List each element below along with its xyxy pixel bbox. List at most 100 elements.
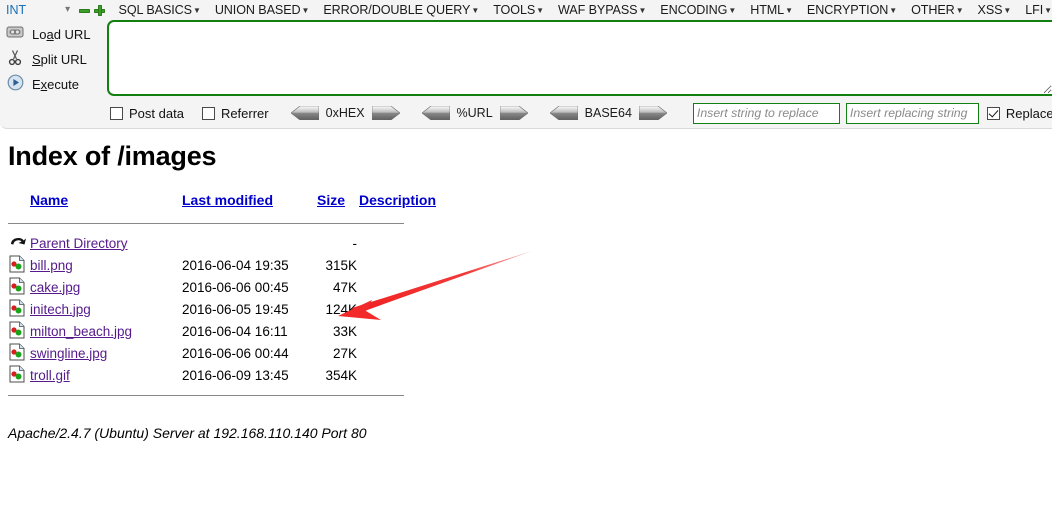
referrer-label: Referrer [220, 105, 269, 121]
row-desc-cell [359, 254, 449, 276]
header-description[interactable]: Description [359, 192, 449, 214]
row-desc-cell [359, 276, 449, 298]
row-name-cell[interactable]: swingline.jpg [30, 342, 182, 364]
row-date-cell: 2016-06-04 16:11 [182, 323, 288, 339]
menu-html[interactable]: HTML▼ [750, 3, 793, 17]
sort-by-size-link[interactable]: Size [317, 192, 345, 208]
table-row[interactable]: cake.jpg 2016-06-06 00:45 47K [8, 276, 449, 298]
row-name-cell[interactable]: milton_beach.jpg [30, 320, 182, 342]
hackbar-panel: INT ▾ SQL BASICS▼ UNION BASED▼ ERROR/DOU… [0, 0, 1052, 129]
chevron-down-icon: ▼ [192, 6, 201, 16]
header-name[interactable]: Name [30, 192, 182, 214]
base64-encode-button[interactable] [638, 105, 668, 121]
table-row[interactable]: troll.gif 2016-06-09 13:45 354K [8, 364, 449, 386]
menu-waf-bypass[interactable]: WAF BYPASS▼ [558, 3, 646, 17]
header-last-modified[interactable]: Last modified [182, 192, 317, 214]
row-name-cell[interactable]: initech.jpg [30, 298, 182, 320]
url-encode-button[interactable] [499, 105, 529, 121]
page-title: Index of /images [8, 141, 217, 171]
menu-label: WAF BYPASS [557, 3, 638, 17]
split-url-button[interactable]: Split URL [0, 47, 98, 72]
sort-by-date-link[interactable]: Last modified [182, 192, 273, 208]
row-icon-cell [8, 232, 30, 254]
execute-play-icon [4, 74, 26, 96]
header-divider-row [8, 214, 449, 232]
menu-tools[interactable]: TOOLS▼ [493, 3, 544, 17]
file-link-initech-jpg[interactable]: initech.jpg [30, 302, 91, 317]
file-link-bill-png[interactable]: bill.png [30, 258, 73, 273]
sort-by-name-link[interactable]: Name [30, 192, 68, 208]
load-url-button[interactable]: Load URL [0, 22, 98, 47]
table-row[interactable]: Parent Directory - [8, 232, 449, 254]
table-row[interactable]: bill.png 2016-06-04 19:35 315K [8, 254, 449, 276]
footer-divider-row [8, 386, 449, 404]
chevron-down-icon: ▾ [65, 4, 71, 15]
image-file-icon [8, 321, 28, 341]
menu-other[interactable]: OTHER▼ [911, 3, 964, 17]
parent-directory-icon [8, 233, 28, 253]
row-icon-cell [8, 320, 30, 342]
search-string-input[interactable] [692, 102, 840, 124]
hex-encode-button[interactable] [371, 105, 401, 121]
file-link-swingline-jpg[interactable]: swingline.jpg [30, 346, 107, 361]
hackbar-actions: Load URL Split URL Execute [0, 22, 98, 97]
post-data-checkbox[interactable]: Post data [110, 106, 184, 121]
replace-all-label: Replace All [1005, 105, 1052, 121]
row-name-cell[interactable]: cake.jpg [30, 276, 182, 298]
row-size-cell: 47K [332, 279, 357, 295]
menu-label: OTHER [911, 3, 955, 17]
query-textarea[interactable] [107, 20, 1052, 96]
menu-xss[interactable]: XSS▼ [978, 3, 1012, 17]
table-row[interactable]: initech.jpg 2016-06-05 19:45 124K [8, 298, 449, 320]
row-date-cell: 2016-06-06 00:45 [182, 279, 289, 295]
url-decode-button[interactable] [421, 105, 450, 121]
header-size[interactable]: Size [317, 192, 359, 214]
menu-label: XSS [977, 3, 1003, 17]
menu-encryption[interactable]: ENCRYPTION▼ [807, 3, 897, 17]
file-link-troll-gif[interactable]: troll.gif [30, 368, 70, 383]
hex-label: 0xHEX [325, 106, 365, 120]
menu-label: UNION BASED [214, 3, 301, 17]
replace-string-input[interactable] [845, 102, 979, 124]
row-date-cell: 2016-06-09 13:45 [182, 367, 289, 383]
payload-type-value: INT [6, 3, 27, 17]
row-size-cell: 33K [332, 323, 357, 339]
row-date-cell: 2016-06-04 19:35 [182, 257, 289, 273]
row-size-cell: 124K [325, 301, 357, 317]
parent-directory-link[interactable]: Parent Directory [30, 236, 128, 251]
menu-encoding[interactable]: ENCODING▼ [660, 3, 736, 17]
menu-lfi[interactable]: LFI▼ [1025, 3, 1052, 17]
file-link-cake-jpg[interactable]: cake.jpg [30, 280, 80, 295]
remove-tab-button[interactable] [77, 3, 91, 18]
referrer-checkbox[interactable]: Referrer [201, 105, 269, 121]
sort-by-description-link[interactable]: Description [359, 192, 436, 208]
divider [8, 394, 404, 396]
row-icon-cell [8, 254, 30, 276]
row-desc-cell [359, 320, 449, 342]
replace-all-checkbox[interactable]: Replace All [986, 105, 1052, 121]
base64-decode-button[interactable] [549, 105, 578, 121]
row-date-cell: 2016-06-06 00:44 [182, 345, 289, 361]
remove-tab-icon [79, 8, 91, 13]
row-name-cell[interactable]: troll.gif [30, 364, 182, 386]
table-row[interactable]: swingline.jpg 2016-06-06 00:44 27K [8, 342, 449, 364]
file-link-milton-beach-jpg[interactable]: milton_beach.jpg [30, 324, 132, 339]
execute-button[interactable]: Execute [0, 72, 98, 97]
row-name-cell[interactable]: bill.png [30, 254, 182, 276]
row-date-cell: 2016-06-05 19:45 [182, 301, 289, 317]
payload-type-select[interactable]: INT ▾ [2, 1, 75, 19]
image-file-icon [8, 343, 28, 363]
row-desc-cell [359, 232, 449, 254]
hex-decode-button[interactable] [290, 105, 319, 121]
chevron-down-icon: ▼ [955, 6, 964, 16]
menu-error-double-query[interactable]: ERROR/DOUBLE QUERY▼ [323, 3, 479, 17]
table-row[interactable]: milton_beach.jpg 2016-06-04 16:11 33K [8, 320, 449, 342]
url-label: %URL [456, 106, 493, 120]
add-tab-button[interactable] [92, 3, 106, 18]
row-date-cell [182, 232, 317, 254]
menu-sql-basics[interactable]: SQL BASICS▼ [119, 3, 201, 17]
row-name-cell[interactable]: Parent Directory [30, 232, 182, 254]
server-signature: Apache/2.4.7 (Ubuntu) Server at 192.168.… [8, 425, 367, 441]
menu-union-based[interactable]: UNION BASED▼ [215, 3, 310, 17]
table-header-row: Name Last modified Size Description [8, 192, 449, 214]
